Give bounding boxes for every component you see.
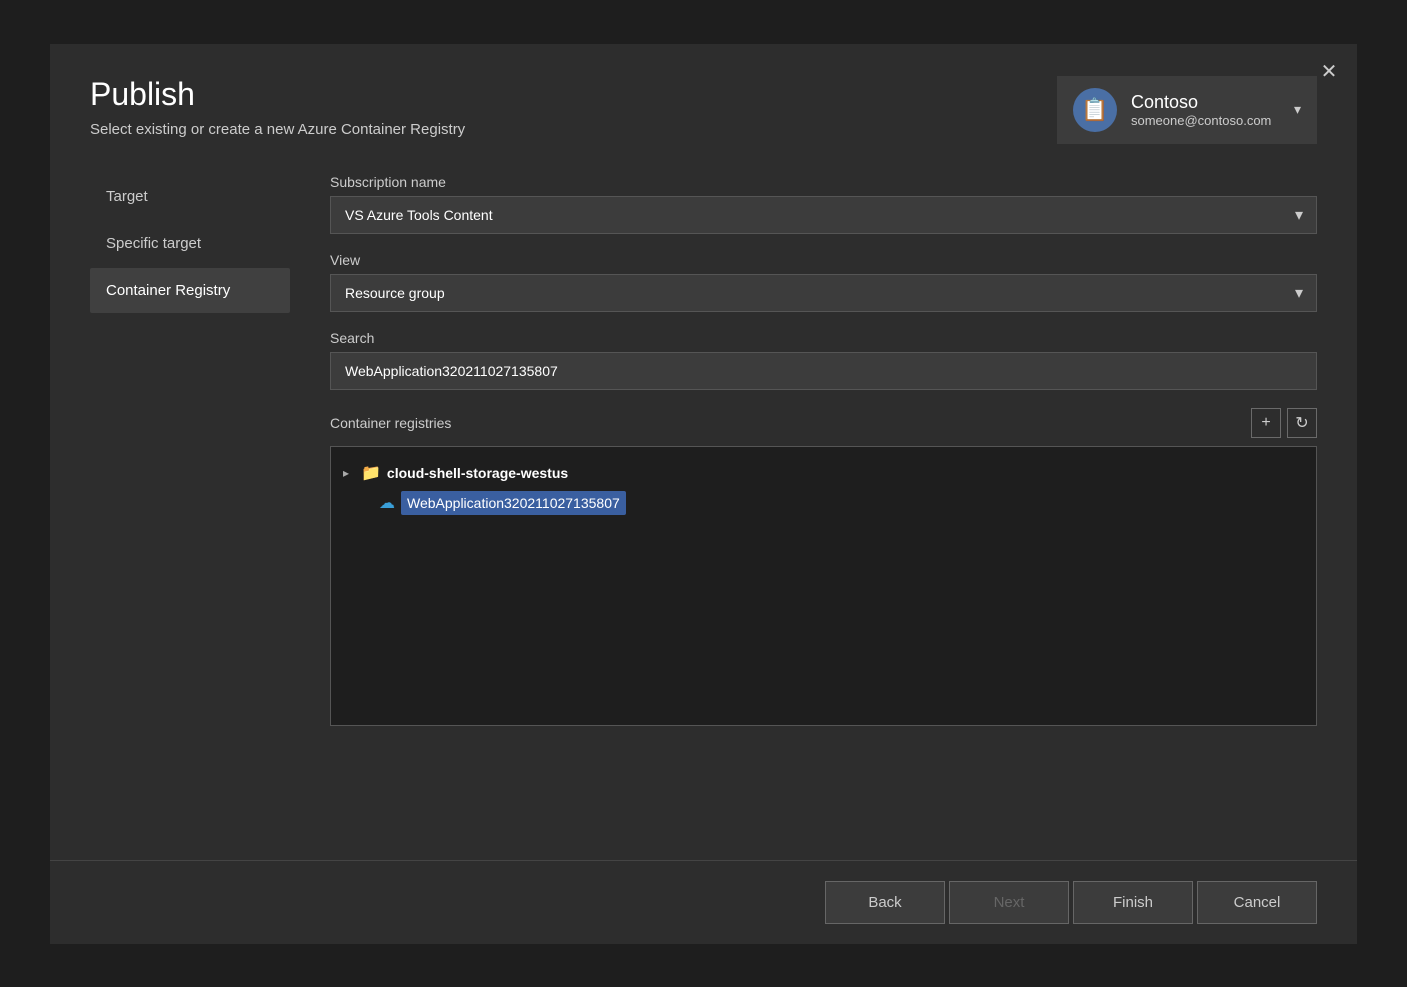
cancel-button[interactable]: Cancel bbox=[1197, 881, 1317, 924]
subscription-select[interactable]: VS Azure Tools Content bbox=[330, 196, 1317, 234]
subscription-label: Subscription name bbox=[330, 174, 1317, 190]
chevron-down-icon: ▾ bbox=[1294, 101, 1301, 118]
search-input[interactable] bbox=[330, 352, 1317, 390]
title-section: Publish Select existing or create a new … bbox=[90, 76, 465, 138]
refresh-button[interactable]: ↻ bbox=[1287, 408, 1317, 438]
view-select-wrapper: Resource group bbox=[330, 274, 1317, 312]
search-label: Search bbox=[330, 330, 1317, 346]
main-content: Subscription name VS Azure Tools Content… bbox=[310, 164, 1317, 860]
tree-group-item[interactable]: ▸ 📁 cloud-shell-storage-westus bbox=[343, 459, 1304, 487]
dialog-footer: Back Next Finish Cancel bbox=[50, 860, 1357, 944]
folder-icon: 📁 bbox=[361, 463, 381, 483]
dialog-body: Target Specific target Container Registr… bbox=[50, 164, 1357, 860]
registries-label: Container registries bbox=[330, 415, 451, 431]
tree-panel: ▸ 📁 cloud-shell-storage-westus ☁ WebAppl… bbox=[330, 446, 1317, 726]
registries-header: Container registries + ↻ bbox=[330, 408, 1317, 438]
tree-child-label: WebApplication320211027135807 bbox=[401, 491, 626, 515]
subscription-group: Subscription name VS Azure Tools Content bbox=[330, 174, 1317, 234]
account-section[interactable]: 📋 Contoso someone@contoso.com ▾ bbox=[1057, 76, 1317, 144]
account-name: Contoso bbox=[1131, 92, 1280, 113]
publish-dialog: ✕ Publish Select existing or create a ne… bbox=[50, 44, 1357, 944]
cloud-icon: ☁ bbox=[379, 493, 395, 513]
account-email: someone@contoso.com bbox=[1131, 113, 1280, 128]
view-group: View Resource group bbox=[330, 252, 1317, 312]
tree-child-item[interactable]: ☁ WebApplication320211027135807 bbox=[379, 487, 1304, 519]
next-button[interactable]: Next bbox=[949, 881, 1069, 924]
expand-icon: ▸ bbox=[343, 466, 355, 480]
sidebar-item-target[interactable]: Target bbox=[90, 174, 290, 219]
sidebar: Target Specific target Container Registr… bbox=[90, 164, 310, 860]
dialog-header: Publish Select existing or create a new … bbox=[50, 44, 1357, 164]
search-group: Search bbox=[330, 330, 1317, 390]
close-button[interactable]: ✕ bbox=[1315, 58, 1343, 86]
back-button[interactable]: Back bbox=[825, 881, 945, 924]
account-info: Contoso someone@contoso.com bbox=[1131, 92, 1280, 128]
dialog-subtitle: Select existing or create a new Azure Co… bbox=[90, 121, 465, 138]
sidebar-item-specific-target[interactable]: Specific target bbox=[90, 221, 290, 266]
subscription-select-wrapper: VS Azure Tools Content bbox=[330, 196, 1317, 234]
view-label: View bbox=[330, 252, 1317, 268]
account-icon: 📋 bbox=[1073, 88, 1117, 132]
finish-button[interactable]: Finish bbox=[1073, 881, 1193, 924]
add-registry-button[interactable]: + bbox=[1251, 408, 1281, 438]
view-select[interactable]: Resource group bbox=[330, 274, 1317, 312]
icon-buttons: + ↻ bbox=[1251, 408, 1317, 438]
sidebar-item-container-registry[interactable]: Container Registry bbox=[90, 268, 290, 313]
tree-group-label: cloud-shell-storage-westus bbox=[387, 465, 568, 481]
dialog-title: Publish bbox=[90, 76, 465, 113]
